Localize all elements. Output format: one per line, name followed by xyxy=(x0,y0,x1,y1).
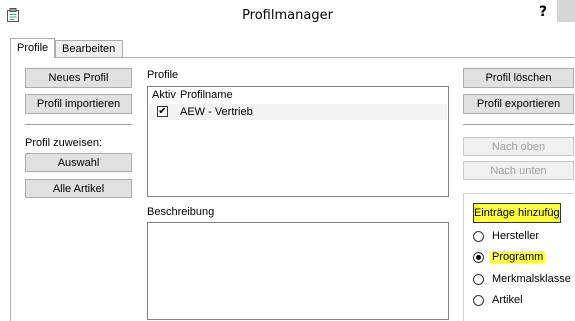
profile-name-cell: AEW - Vertrieb xyxy=(180,106,253,118)
delete-profile-button[interactable]: Profil löschen xyxy=(463,68,574,88)
active-checkbox[interactable]: ✔ xyxy=(157,106,168,117)
radio-label-programm: Programm xyxy=(490,251,546,263)
column-header-profilname[interactable]: Profilname xyxy=(180,89,233,101)
import-profile-button[interactable]: Profil importieren xyxy=(25,94,132,114)
selection-button[interactable]: Auswahl xyxy=(25,153,132,172)
profiles-list[interactable]: Aktiv Profilname ✔ AEW - Vertrieb xyxy=(147,86,449,197)
assign-profile-label: Profil zuweisen: xyxy=(25,137,103,149)
separator xyxy=(25,124,132,125)
column-header-aktiv[interactable]: Aktiv xyxy=(152,89,176,101)
add-entries-button[interactable]: Einträge hinzufügen xyxy=(473,203,561,223)
separator xyxy=(463,124,574,125)
description-textarea[interactable] xyxy=(147,222,449,320)
profiles-label: Profile xyxy=(147,69,179,81)
radio-button[interactable] xyxy=(473,295,484,306)
move-up-button[interactable]: Nach oben xyxy=(463,137,574,156)
description-label: Beschreibung xyxy=(147,206,215,218)
window-title: Profilmanager xyxy=(242,8,333,23)
radio-button[interactable] xyxy=(473,274,484,285)
radio-label-merkmalsklasse: Merkmalsklasse xyxy=(492,273,571,285)
window-control-button[interactable] xyxy=(557,0,575,22)
help-button[interactable]: ? xyxy=(539,4,547,20)
move-down-button[interactable]: Nach unten xyxy=(463,161,574,180)
radio-button[interactable] xyxy=(473,231,484,242)
radio-label-hersteller: Hersteller xyxy=(492,230,540,242)
export-profile-button[interactable]: Profil exportieren xyxy=(463,94,574,114)
radio-button-selected[interactable] xyxy=(473,252,484,263)
radio-label-artikel: Artikel xyxy=(492,294,523,306)
all-articles-button[interactable]: Alle Artikel xyxy=(25,179,132,198)
new-profile-button[interactable]: Neues Profil xyxy=(25,68,132,88)
title-bar: Profilmanager ? xyxy=(0,0,575,32)
tab-bearbeiten[interactable]: Bearbeiten xyxy=(55,40,123,57)
radio-dot-icon xyxy=(476,255,481,260)
tab-profile[interactable]: Profile xyxy=(10,38,55,58)
table-row[interactable]: ✔ AEW - Vertrieb xyxy=(149,104,447,120)
